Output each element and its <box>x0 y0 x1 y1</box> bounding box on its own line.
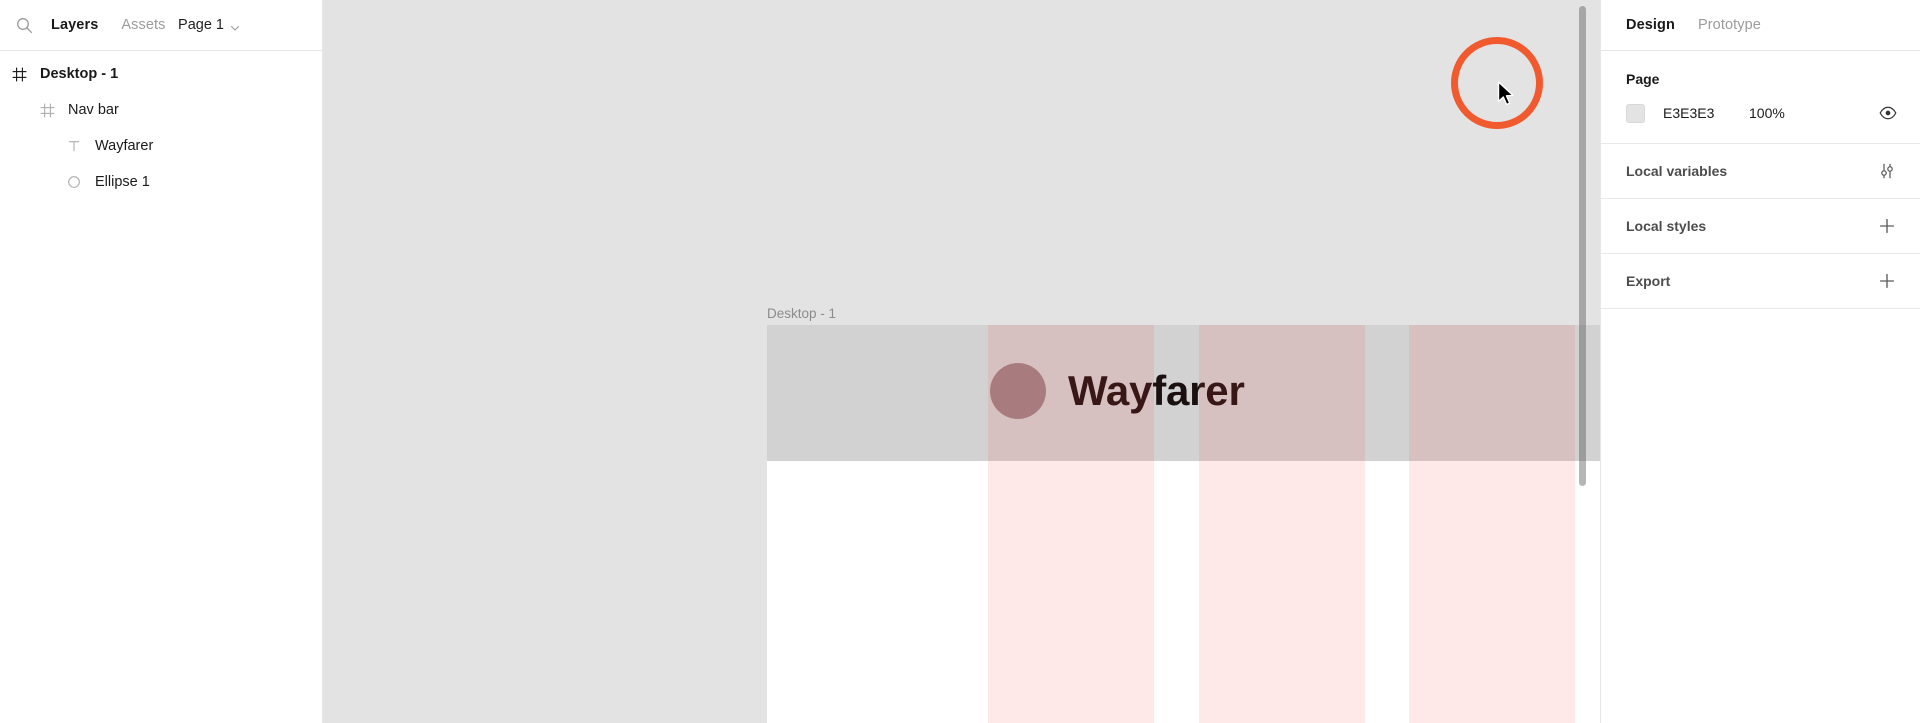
layer-tree: Desktop - 1 Nav bar Wayfarer Ellipse 1 <box>0 51 322 200</box>
layer-name: Desktop - 1 <box>40 66 119 82</box>
export-label: Export <box>1626 273 1671 289</box>
plus-icon[interactable] <box>1876 270 1898 292</box>
page-section-title: Page <box>1626 71 1660 87</box>
layer-name: Ellipse 1 <box>95 174 150 190</box>
layer-row-ellipse-1[interactable]: Ellipse 1 <box>0 164 322 200</box>
design-panel: Design Prototype Page E3E3E3 100% Local … <box>1600 0 1920 723</box>
layer-row-wayfarer[interactable]: Wayfarer <box>0 128 322 164</box>
layers-panel: Layers Assets Page 1 Desktop - 1 Nav bar… <box>0 0 323 723</box>
local-variables-row[interactable]: Local variables <box>1601 144 1920 199</box>
color-hex-value[interactable]: E3E3E3 <box>1663 105 1749 121</box>
plus-icon[interactable] <box>1876 215 1898 237</box>
variables-icon[interactable] <box>1876 160 1898 182</box>
design-canvas[interactable]: Desktop - 1 Wayfarer <box>323 0 1600 723</box>
color-opacity-value[interactable]: 100% <box>1749 105 1785 121</box>
frame-icon <box>38 101 56 119</box>
chevron-down-icon <box>230 20 240 31</box>
text-icon <box>65 137 83 155</box>
mouse-pointer-icon <box>1497 81 1517 109</box>
nav-bar-frame[interactable]: Wayfarer <box>767 325 1600 461</box>
export-row[interactable]: Export <box>1601 254 1920 309</box>
local-variables-label: Local variables <box>1626 163 1728 179</box>
vertical-scrollbar[interactable] <box>1579 6 1586 486</box>
local-styles-label: Local styles <box>1626 218 1707 234</box>
search-icon[interactable] <box>14 15 34 35</box>
color-swatch[interactable] <box>1626 103 1645 123</box>
tab-design[interactable]: Design <box>1626 17 1675 33</box>
layer-row-nav-bar[interactable]: Nav bar <box>0 92 322 128</box>
layer-name: Nav bar <box>68 102 119 118</box>
page-fill-row: E3E3E3 100% <box>1626 99 1898 127</box>
figma-app-window: Layers Assets Page 1 Desktop - 1 Nav bar… <box>0 0 1920 723</box>
layers-panel-header: Layers Assets Page 1 <box>0 0 322 51</box>
layer-row-desktop-1[interactable]: Desktop - 1 <box>0 56 322 92</box>
avatar <box>990 363 1046 419</box>
local-styles-row[interactable]: Local styles <box>1601 199 1920 254</box>
page-selector-label: Page 1 <box>178 17 224 33</box>
tab-layers[interactable]: Layers <box>51 17 98 33</box>
frame-label[interactable]: Desktop - 1 <box>767 306 836 321</box>
tab-assets[interactable]: Assets <box>121 17 165 33</box>
page-selector[interactable]: Page 1 <box>178 17 308 33</box>
design-panel-tabs: Design Prototype <box>1601 0 1920 51</box>
nav-title[interactable]: Wayfarer <box>1068 357 1245 425</box>
ellipse-icon <box>65 173 83 191</box>
frame-icon <box>10 65 28 83</box>
eye-icon[interactable] <box>1878 103 1898 123</box>
page-section: Page E3E3E3 100% <box>1601 51 1920 144</box>
tab-prototype[interactable]: Prototype <box>1698 17 1761 33</box>
layer-name: Wayfarer <box>95 138 154 154</box>
